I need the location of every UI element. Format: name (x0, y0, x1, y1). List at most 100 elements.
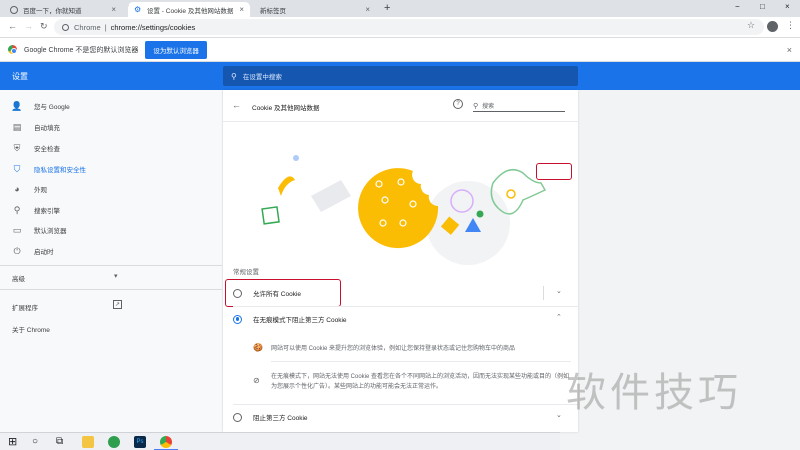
url-separator: | (104, 22, 107, 32)
minimize-button[interactable]: − (735, 2, 740, 11)
sidebar-divider (0, 265, 222, 266)
set-default-browser-button[interactable]: 设为默认浏览器 (145, 40, 207, 59)
sidebar-item-privacy[interactable]: ⛉ 隐私设置和安全性 (0, 159, 222, 179)
background-blob (426, 181, 510, 265)
radio-block-third-party[interactable] (233, 412, 242, 422)
close-tab-icon[interactable]: × (365, 5, 370, 14)
globe-icon (10, 5, 18, 14)
sidebar-divider (0, 289, 222, 290)
panel-search-input[interactable]: ⚲ 搜索 (473, 100, 565, 112)
chevron-down-icon[interactable]: ▾ (114, 272, 118, 280)
option-block-third-party[interactable]: 阻止第三方 Cookie ⌄ (223, 404, 578, 430)
green-square (261, 206, 280, 225)
browser-window-icon: ▭ (12, 224, 22, 235)
chrome-logo-icon (8, 45, 17, 54)
menu-icon[interactable]: ⋮ (786, 20, 795, 31)
gear-icon: ⚙ (134, 4, 142, 14)
windows-start-icon[interactable]: ⊞ (8, 436, 17, 448)
photoshop-icon[interactable]: Ps (134, 436, 146, 448)
sidebar-item-you-and-google[interactable]: 👤 您与 Google (0, 96, 222, 116)
power-icon: ⏻ (13, 245, 21, 256)
sidebar-item-label: 启动时 (34, 249, 54, 256)
maximize-button[interactable]: □ (760, 2, 765, 11)
sidebar-item-default-browser[interactable]: ▭ 默认浏览器 (0, 220, 222, 240)
back-button[interactable]: ← (8, 21, 17, 32)
sidebar-item-label: 自动填充 (34, 125, 60, 132)
address-bar[interactable]: Chrome | chrome://settings/cookies (54, 19, 764, 35)
annotation-highlight (225, 279, 341, 307)
profile-avatar[interactable] (767, 21, 778, 32)
close-tab-icon[interactable]: × (239, 5, 244, 14)
watermark-text: 软件技巧 (566, 370, 742, 416)
annotation-highlight (536, 163, 572, 180)
block-icon: ⊘ (253, 376, 260, 385)
url-text: chrome://settings/cookies (110, 22, 196, 32)
tab-newtab[interactable]: 新标签页 × (254, 2, 376, 17)
url-host: Chrome (74, 22, 101, 32)
sidebar-item-label: 默认浏览器 (34, 228, 67, 235)
sidebar-extensions[interactable]: 扩展程序 (12, 302, 38, 312)
settings-sidebar: 👤 您与 Google ▤ 自动填充 ⛨ 安全检查 ⛉ 隐私设置和安全性 ◕ 外… (0, 90, 222, 432)
default-browser-infobar: Google Chrome 不是您的默认浏览器 设为默认浏览器 × (0, 37, 800, 62)
tab-settings[interactable]: ⚙ 设置 - Cookie 及其他网站数据 × (128, 2, 250, 17)
settings-search-input[interactable]: ⚲ 在设置中搜索 (223, 66, 578, 86)
gray-shape (311, 180, 351, 212)
ie-browser-icon[interactable] (108, 436, 120, 448)
search-placeholder: 在设置中搜索 (242, 74, 282, 81)
search-icon: ⚲ (231, 71, 237, 81)
sidebar-item-search-engine[interactable]: ⚲ 搜索引擎 (0, 200, 222, 220)
shield-check-icon: ⛨ (13, 142, 21, 153)
help-icon[interactable]: ? (453, 99, 463, 109)
chevron-down-icon[interactable]: ⌄ (556, 411, 562, 419)
tab-label: 新标签页 (260, 7, 286, 15)
sidebar-advanced[interactable]: 高级 (12, 273, 25, 283)
option-block-third-party-incognito[interactable]: 在无痕模式下阻止第三方 Cookie ⌃ (223, 306, 578, 332)
task-view-icon[interactable]: ⧉ (56, 436, 63, 448)
open-in-new-icon[interactable]: ↗ (113, 300, 122, 309)
option-label: 在无痕模式下阻止第三方 Cookie (253, 317, 347, 324)
sidebar-item-label: 安全检查 (34, 146, 60, 153)
sidebar-item-label: 隐私设置和安全性 (34, 167, 86, 174)
sidebar-item-safety-check[interactable]: ⛨ 安全检查 (0, 138, 222, 158)
search-icon[interactable]: ○ (32, 436, 38, 448)
section-label-general: 常规设置 (233, 269, 259, 276)
palette-icon: ◕ (14, 184, 20, 194)
browser-toolbar: ← → ↻ Chrome | chrome://settings/cookies… (0, 17, 800, 37)
person-icon: 👤 (11, 100, 23, 111)
sidebar-item-label: 您与 Google (34, 104, 70, 111)
tab-label: 百度一下，你就知道 (23, 7, 82, 15)
forward-button[interactable]: → (24, 21, 33, 32)
cookie-icon: 🍪 (253, 343, 263, 352)
chevron-down-icon[interactable]: ⌄ (556, 287, 562, 295)
site-info-icon[interactable] (62, 23, 69, 31)
detail-text-cookies: 网站可以使用 Cookie 来提升您的浏览体验，例如让您保持登录状态或记住您购物… (271, 346, 516, 352)
chevron-up-icon[interactable]: ⌃ (556, 313, 562, 321)
option-label: 阻止第三方 Cookie (253, 415, 308, 422)
panel-title: Cookie 及其他网站数据 (252, 105, 320, 112)
sidebar-item-label: 外观 (34, 187, 47, 194)
search-icon: ⚲ (473, 102, 479, 110)
file-explorer-icon[interactable] (82, 436, 94, 448)
cookie-settings-panel: ← Cookie 及其他网站数据 ? ⚲ 搜索 常规设置 允许所有 Cookie… (223, 90, 578, 432)
shield-icon: ⛉ (13, 163, 21, 174)
cookie-illustration (223, 128, 578, 288)
chrome-taskbar-icon[interactable] (160, 436, 172, 448)
close-window-button[interactable]: × (785, 2, 790, 11)
reload-button[interactable]: ↻ (40, 21, 48, 32)
new-tab-button[interactable]: + (384, 2, 390, 15)
tab-strip: 百度一下，你就知道 × ⚙ 设置 - Cookie 及其他网站数据 × 新标签页… (0, 0, 800, 17)
tab-baidu[interactable]: 百度一下，你就知道 × (4, 2, 122, 17)
close-tab-icon[interactable]: × (111, 5, 116, 14)
blue-dot (293, 155, 299, 161)
bookmark-star-icon[interactable]: ☆ (747, 20, 755, 31)
clipboard-icon: ▤ (12, 121, 22, 132)
sidebar-item-appearance[interactable]: ◕ 外观 (0, 179, 222, 199)
back-arrow-icon[interactable]: ← (232, 100, 241, 110)
infobar-close-icon[interactable]: × (787, 45, 792, 55)
page-title: 设置 (12, 72, 28, 81)
sidebar-about-chrome[interactable]: 关于 Chrome (12, 324, 50, 334)
sidebar-item-on-startup[interactable]: ⏻ 启动时 (0, 241, 222, 261)
search-icon: ⚲ (13, 204, 21, 215)
radio-block-incognito[interactable] (233, 314, 242, 324)
sidebar-item-autofill[interactable]: ▤ 自动填充 (0, 117, 222, 137)
